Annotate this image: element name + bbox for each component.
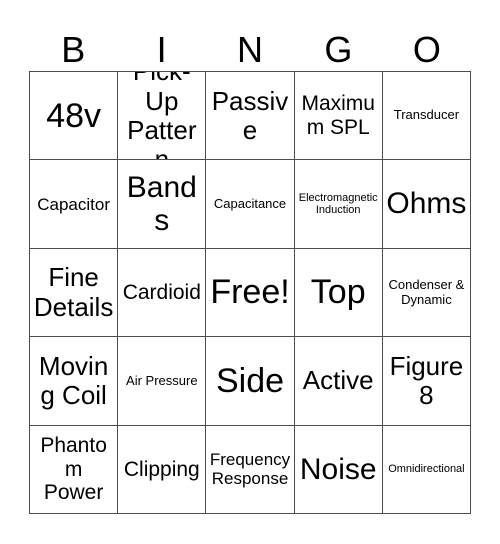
- bingo-cell[interactable]: Top: [294, 248, 383, 338]
- bingo-cell-label: Condenser & Dynamic: [388, 276, 465, 307]
- bingo-cell-label: Pick-Up Pattern: [127, 72, 197, 161]
- bingo-cell[interactable]: Moving Coil: [30, 337, 119, 426]
- bingo-cell-label: Capacitor: [37, 194, 110, 214]
- bingo-cell-label: Figure 8: [389, 350, 464, 410]
- bingo-row: Moving Coil Air Pressure Side Active Fig…: [30, 337, 472, 426]
- header-letter-b: B: [29, 14, 117, 71]
- header-letter-n: N: [206, 14, 294, 71]
- bingo-cell[interactable]: Clipping: [118, 425, 207, 515]
- bingo-cell-label: Maximum SPL: [301, 92, 375, 139]
- bingo-cell[interactable]: Condenser & Dynamic: [382, 248, 472, 338]
- bingo-cell-label: Phantom Power: [40, 434, 107, 505]
- bingo-free-space[interactable]: Free!: [206, 248, 295, 338]
- header-letter-n-text: N: [237, 29, 264, 71]
- bingo-cell-label: Transducer: [393, 107, 460, 123]
- bingo-grid: 48v Pick-Up Pattern Passive Maximum SPL …: [29, 71, 472, 515]
- bingo-cell[interactable]: Capacitor: [30, 160, 119, 249]
- header-letter-g: G: [294, 14, 382, 71]
- bingo-cell[interactable]: Bands: [118, 160, 207, 249]
- bingo-cell[interactable]: Side: [206, 337, 295, 426]
- bingo-cell-label: Ohms: [386, 187, 467, 221]
- header-letter-i: I: [117, 14, 205, 71]
- bingo-cell[interactable]: Active: [294, 337, 383, 426]
- bingo-cell-label: Electromagnetic Induction: [298, 191, 378, 217]
- bingo-card: B I N G O 48v Pick-Up Pattern Passive: [0, 0, 500, 544]
- bingo-cell-label: Bands: [126, 170, 197, 238]
- bingo-row: Phantom Power Clipping Frequency Respons…: [30, 425, 472, 515]
- bingo-row: Fine Details Cardioid Free! Top Condense…: [30, 248, 472, 338]
- bingo-row: 48v Pick-Up Pattern Passive Maximum SPL …: [30, 72, 472, 161]
- bingo-cell-label: Moving Coil: [38, 350, 109, 410]
- header-letter-g-text: G: [324, 29, 353, 71]
- header-letter-o-text: O: [412, 29, 441, 71]
- bingo-cell[interactable]: Fine Details: [30, 248, 119, 338]
- bingo-cell-label: 48v: [46, 96, 102, 135]
- bingo-cell[interactable]: Frequency Response: [206, 425, 295, 515]
- bingo-cell-label: Passive: [211, 85, 289, 145]
- bingo-cell[interactable]: Electromagnetic Induction: [294, 160, 383, 249]
- bingo-cell-label: Cardioid: [122, 280, 201, 304]
- header-letter-i-text: I: [156, 29, 167, 71]
- bingo-cell-label: Omnidirectional: [388, 463, 465, 476]
- bingo-cell-label: Side: [215, 361, 285, 400]
- bingo-cell[interactable]: Pick-Up Pattern: [118, 72, 207, 161]
- bingo-cell[interactable]: 48v: [30, 72, 119, 161]
- bingo-cell-label: Frequency Response: [209, 450, 291, 489]
- bingo-cell-label: Noise: [299, 452, 377, 486]
- bingo-free-space-label: Free!: [210, 273, 290, 312]
- bingo-cell[interactable]: Transducer: [382, 72, 472, 161]
- bingo-cell[interactable]: Figure 8: [382, 337, 472, 426]
- bingo-cell[interactable]: Air Pressure: [118, 337, 207, 426]
- bingo-cell-label: Top: [310, 273, 366, 312]
- bingo-header-row: B I N G O: [29, 14, 471, 71]
- bingo-cell[interactable]: Ohms: [382, 160, 472, 249]
- bingo-cell-label: Clipping: [123, 457, 200, 481]
- header-letter-b-text: B: [61, 29, 86, 71]
- bingo-cell[interactable]: Cardioid: [118, 248, 207, 338]
- bingo-cell-label: Fine Details: [33, 262, 114, 322]
- bingo-cell[interactable]: Capacitance: [206, 160, 295, 249]
- bingo-cell-label: Air Pressure: [126, 372, 198, 388]
- bingo-cell[interactable]: Noise: [294, 425, 383, 515]
- bingo-cell[interactable]: Passive: [206, 72, 295, 161]
- bingo-cell-label: Capacitance: [213, 195, 287, 211]
- bingo-cell[interactable]: Maximum SPL: [294, 72, 383, 161]
- bingo-cell[interactable]: Omnidirectional: [382, 425, 472, 515]
- header-letter-o: O: [383, 14, 471, 71]
- bingo-cell[interactable]: Phantom Power: [30, 425, 119, 515]
- bingo-cell-label: Active: [302, 365, 374, 396]
- bingo-row: Capacitor Bands Capacitance Electromagne…: [30, 160, 472, 249]
